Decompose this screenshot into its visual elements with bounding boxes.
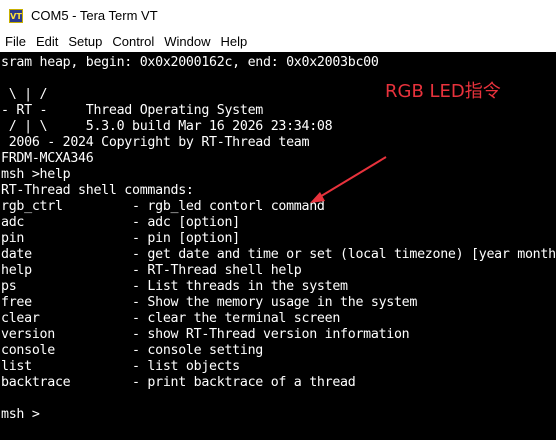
terminal-prompt: msh >	[1, 407, 40, 422]
menu-control[interactable]: Control	[112, 34, 154, 49]
terminal-line: date - get date and time or set (local t…	[1, 247, 556, 262]
terminal-line: - RT - Thread Operating System	[1, 103, 263, 118]
title-bar[interactable]: VT COM5 - Tera Term VT	[0, 0, 556, 31]
terminal-line: rgb_ctrl - rgb_led contorl command	[1, 199, 325, 214]
menu-file[interactable]: File	[5, 34, 26, 49]
terminal-line: list - list objects	[1, 359, 240, 374]
menu-help[interactable]: Help	[221, 34, 248, 49]
menu-setup[interactable]: Setup	[68, 34, 102, 49]
terminal-line: FRDM-MCXA346	[1, 151, 94, 166]
terminal-line: ps - List threads in the system	[1, 279, 348, 294]
teraterm-window: VT COM5 - Tera Term VT File Edit Setup C…	[0, 0, 556, 440]
terminal-line: backtrace - print backtrace of a thread	[1, 375, 356, 390]
terminal-line: 2006 - 2024 Copyright by RT-Thread team	[1, 135, 310, 150]
terminal-line: / | \ 5.3.0 build Mar 16 2026 23:34:08	[1, 119, 333, 134]
menu-window[interactable]: Window	[164, 34, 210, 49]
terminal-line: clear - clear the terminal screen	[1, 311, 341, 326]
terminal-output: sram heap, begin: 0x0x2000162c, end: 0x0…	[1, 55, 556, 423]
terminal-line: RT-Thread shell commands:	[1, 183, 194, 198]
terminal-line: sram heap, begin: 0x0x2000162c, end: 0x0…	[1, 55, 379, 70]
terminal-line: help - RT-Thread shell help	[1, 263, 302, 278]
terminal-line: adc - adc [option]	[1, 215, 240, 230]
menu-bar: File Edit Setup Control Window Help	[0, 31, 556, 52]
terminal-line: free - Show the memory usage in the syst…	[1, 295, 418, 310]
terminal-line: pin - pin [option]	[1, 231, 240, 246]
annotation-label: RGB LED指令	[385, 81, 501, 102]
window-title: COM5 - Tera Term VT	[31, 8, 158, 23]
terminal-line: console - console setting	[1, 343, 263, 358]
terminal-line: msh >help	[1, 167, 71, 182]
menu-edit[interactable]: Edit	[36, 34, 58, 49]
teraterm-vt-icon[interactable]: VT	[9, 8, 23, 23]
terminal-line: version - show RT-Thread version informa…	[1, 327, 410, 342]
terminal-area[interactable]: sram heap, begin: 0x0x2000162c, end: 0x0…	[0, 52, 556, 440]
